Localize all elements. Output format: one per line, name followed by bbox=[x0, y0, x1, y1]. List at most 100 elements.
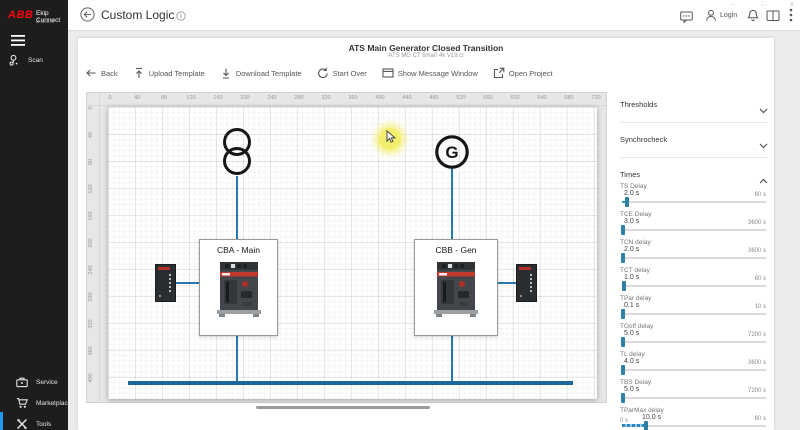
slider-ts-delay: TS Delay2.0 s60 s bbox=[612, 183, 772, 211]
ruler-tick-label: 480 bbox=[429, 95, 438, 101]
slider-handle[interactable] bbox=[621, 225, 625, 235]
generator-icon: G bbox=[434, 134, 470, 170]
breaker-label: CBB - Gen bbox=[415, 245, 497, 255]
login-button[interactable]: Login bbox=[705, 9, 737, 22]
toolbar-button-show-message-window[interactable]: Show Message Window bbox=[382, 67, 478, 79]
slider-tcn-delay: TCN delay2.0 s3600 s bbox=[612, 239, 772, 267]
chevron-down-icon bbox=[759, 143, 768, 149]
slider-handle[interactable] bbox=[621, 393, 625, 403]
slider-tl-delay: TL delay4.0 s3600 s bbox=[612, 351, 772, 379]
circuit-breaker-icon bbox=[217, 260, 261, 318]
more-options-button[interactable] bbox=[789, 8, 793, 27]
slider-tparmax-delay: TParMax delay10.0 s60 s0 s bbox=[612, 407, 772, 430]
kebab-menu-icon bbox=[789, 8, 793, 22]
upload-icon bbox=[133, 67, 145, 79]
slider-handle[interactable] bbox=[621, 253, 625, 263]
open-project-icon bbox=[493, 67, 505, 79]
slider-track[interactable] bbox=[622, 313, 766, 315]
slider-track[interactable] bbox=[622, 341, 766, 343]
breaker-box-cba-main[interactable]: CBA - Main bbox=[199, 239, 278, 336]
section-label: Thresholds bbox=[620, 100, 657, 109]
slider-label: TCN delay bbox=[620, 239, 651, 246]
horizontal-scrollbar[interactable] bbox=[256, 406, 430, 409]
sidebar-item-service[interactable]: Service bbox=[16, 372, 68, 392]
toolbar-button-open-project[interactable]: Open Project bbox=[493, 67, 553, 79]
sidebar-item-label: Marketplace bbox=[36, 400, 71, 407]
slider-handle[interactable] bbox=[622, 281, 626, 291]
slider-tpar-delay: TPar delay0.1 s10 s bbox=[612, 295, 772, 323]
feedback-button[interactable] bbox=[680, 10, 693, 28]
ruler-tick-label: 240 bbox=[88, 264, 94, 276]
info-button[interactable] bbox=[176, 8, 186, 26]
sidebar-item-tools[interactable]: Tools bbox=[16, 414, 68, 430]
ekip-module-left[interactable] bbox=[155, 264, 176, 307]
slider-track[interactable] bbox=[622, 229, 766, 231]
notifications-button[interactable] bbox=[747, 9, 759, 27]
ekip-module-right[interactable] bbox=[516, 264, 537, 307]
slider-value: 4.0 s bbox=[624, 358, 639, 365]
ruler-tick-label: 320 bbox=[88, 318, 94, 330]
maximize-button[interactable]: □ bbox=[761, 1, 765, 8]
app-version: 3.5.3.0 bbox=[36, 19, 54, 25]
breaker-box-cbb-gen[interactable]: CBB - Gen bbox=[414, 239, 498, 336]
slider-tbs-delay: TBS Delay5.0 s7200 s bbox=[612, 379, 772, 407]
slider-label: TCT delay bbox=[620, 267, 650, 274]
slider-track[interactable] bbox=[622, 201, 766, 203]
slider-tct-delay: TCT delay1.0 s60 s bbox=[612, 267, 772, 295]
slider-track[interactable] bbox=[622, 397, 766, 399]
ruler-tick-label: 720 bbox=[591, 95, 600, 101]
sidebar-item-marketplace[interactable]: Marketplace bbox=[16, 393, 68, 413]
hamburger-menu-button[interactable] bbox=[11, 33, 25, 51]
ruler-tick-label: 320 bbox=[321, 95, 330, 101]
slider-handle[interactable] bbox=[621, 337, 625, 347]
slider-label: TPar delay bbox=[620, 295, 651, 302]
breaker-label: CBA - Main bbox=[200, 245, 277, 255]
horizontal-ruler: 0408012016020024028032036040044048052056… bbox=[86, 92, 607, 106]
toolbar-button-download-template[interactable]: Download Template bbox=[220, 67, 302, 79]
transformer-icon bbox=[219, 128, 255, 178]
slider-handle[interactable] bbox=[621, 365, 625, 375]
page-title: Custom Logic bbox=[101, 8, 174, 22]
svg-text:G: G bbox=[445, 143, 458, 162]
minimize-button[interactable]: – bbox=[731, 1, 735, 8]
slider-label: TS Delay bbox=[620, 183, 647, 190]
transformer-symbol[interactable] bbox=[219, 128, 255, 183]
slider-track[interactable] bbox=[622, 285, 766, 287]
slider-max-label: 3600 s bbox=[748, 360, 766, 366]
toolbar-button-upload-template[interactable]: Upload Template bbox=[133, 67, 205, 79]
panel-section-thresholds[interactable]: Thresholds bbox=[612, 96, 772, 118]
ruler-tick-label: 200 bbox=[240, 95, 249, 101]
sidebar-item-scan[interactable]: Scan bbox=[8, 50, 43, 70]
panel-section-synchrocheck[interactable]: Synchrocheck bbox=[612, 131, 772, 153]
slider-track[interactable] bbox=[622, 257, 766, 259]
vertical-ruler: 04080120160200240280320360400 bbox=[86, 92, 100, 403]
ruler-tick-label: 200 bbox=[88, 237, 94, 249]
slider-handle[interactable] bbox=[644, 421, 648, 430]
slider-value: 2.0 s bbox=[624, 190, 639, 197]
ruler-tick-label: 0 bbox=[108, 95, 111, 101]
chevron-down-icon bbox=[759, 108, 768, 114]
drawing-surface[interactable] bbox=[108, 107, 597, 399]
slider-tooff-delay: TOoff delay5.0 s7200 s bbox=[612, 323, 772, 351]
section-divider bbox=[620, 122, 768, 123]
ruler-tick-label: 560 bbox=[483, 95, 492, 101]
slider-track[interactable] bbox=[622, 425, 766, 427]
slider-handle[interactable] bbox=[621, 309, 625, 319]
ruler-tick-label: 0 bbox=[88, 102, 94, 114]
back-arrow-icon bbox=[85, 67, 97, 79]
ruler-tick-label: 80 bbox=[88, 156, 94, 168]
abb-logo: ABB bbox=[8, 9, 33, 21]
ruler-tick-label: 280 bbox=[294, 95, 303, 101]
mouse-cursor bbox=[386, 130, 397, 149]
ruler-tick-label: 440 bbox=[402, 95, 411, 101]
generator-symbol[interactable]: G bbox=[434, 134, 470, 175]
slider-handle[interactable] bbox=[625, 197, 629, 207]
toolbar-button-back[interactable]: Back bbox=[85, 67, 118, 79]
ruler-tick-label: 400 bbox=[88, 372, 94, 384]
io-module-icon bbox=[516, 264, 537, 302]
sidebar-item-label: Tools bbox=[36, 421, 51, 428]
toolbar-button-start-over[interactable]: Start Over bbox=[317, 67, 367, 79]
slider-track[interactable] bbox=[622, 369, 766, 371]
back-button[interactable] bbox=[80, 7, 95, 27]
documentation-button[interactable] bbox=[766, 9, 780, 27]
